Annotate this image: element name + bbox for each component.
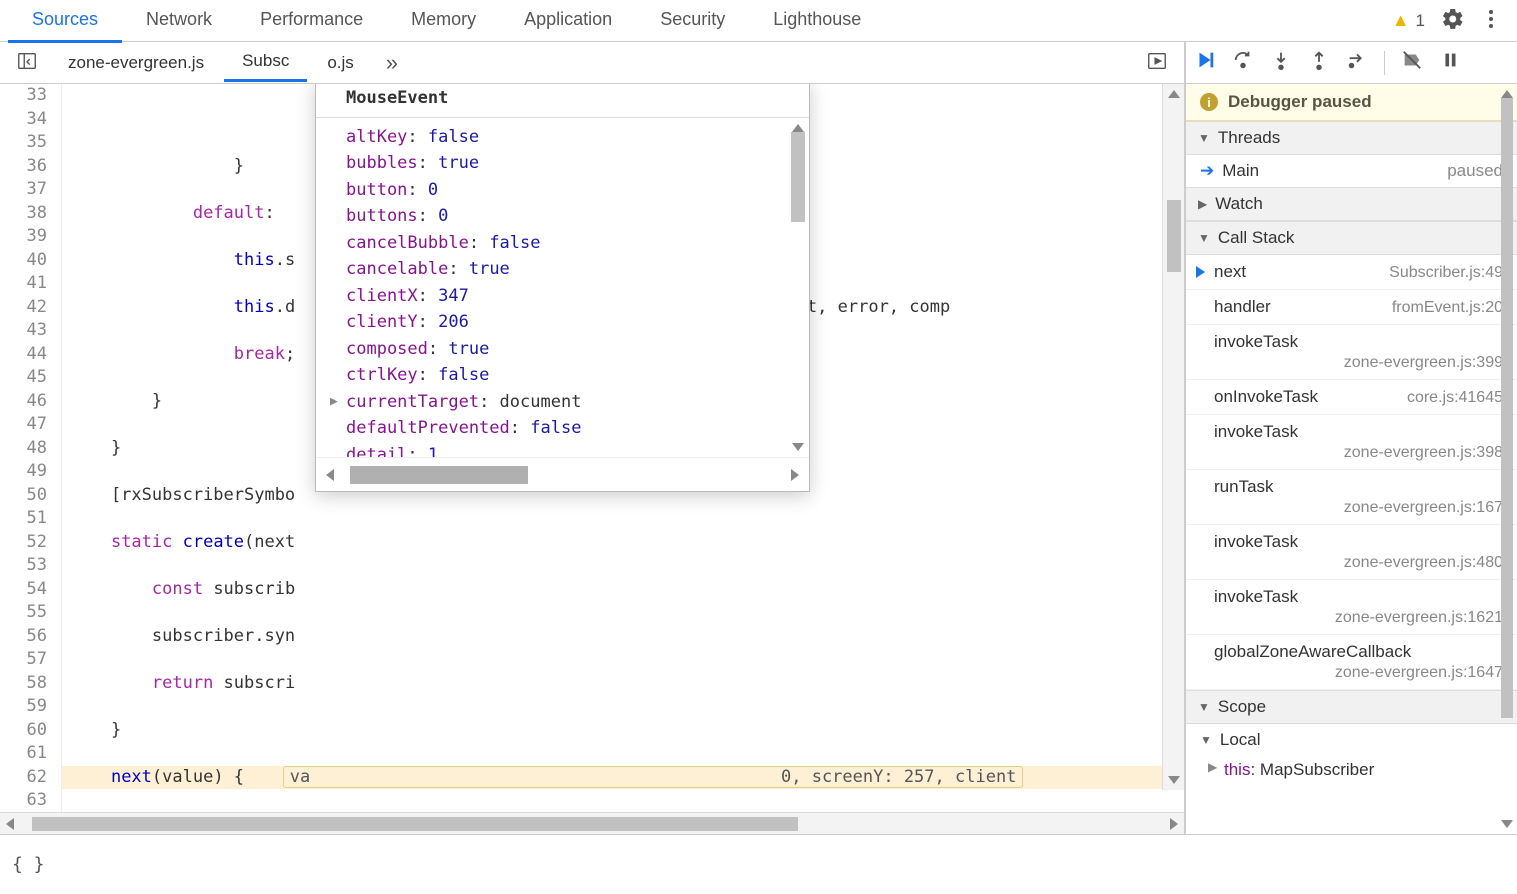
step-into-icon[interactable] [1270,49,1292,76]
warning-count: 1 [1416,11,1425,31]
callstack-frame[interactable]: runTaskzone-evergreen.js:167 [1186,470,1517,525]
file-tab-o[interactable]: o.js [309,45,371,81]
thread-state: paused [1447,161,1503,181]
step-icon[interactable] [1346,49,1368,76]
tooltip-prop[interactable]: clientX: 347 [346,283,809,310]
callstack-frame[interactable]: globalZoneAwareCallbackzone-evergreen.js… [1186,635,1517,690]
tab-security[interactable]: Security [636,0,749,43]
braces-icon[interactable]: { } [12,854,45,875]
callstack-frame[interactable]: invokeTaskzone-evergreen.js:480 [1186,525,1517,580]
scope-var-this[interactable]: ▶this: MapSubscriber [1186,756,1517,784]
inline-value-hint: va 0, screenY: 257, client [283,766,1024,788]
file-tab-zone[interactable]: zone-evergreen.js [50,45,222,81]
section-watch[interactable]: ▶Watch [1186,187,1517,221]
callstack-frame[interactable]: invokeTaskzone-evergreen.js:1621 [1186,580,1517,635]
thread-row[interactable]: ➔ Main paused [1186,155,1517,187]
tooltip-prop[interactable]: cancelable: true [346,256,809,283]
code-editor-panel: zone-evergreen.js Subsc o.js » 333435363… [0,42,1185,834]
toggle-execution-icon[interactable] [1130,50,1184,75]
callstack-frame[interactable]: invokeTaskzone-evergreen.js:399 [1186,325,1517,380]
tooltip-title: MouseEvent [316,84,809,118]
paused-text: Debugger paused [1228,92,1372,112]
callstack-frame[interactable]: handlerfromEvent.js:20 [1186,290,1517,325]
thread-name: Main [1222,161,1259,181]
tooltip-prop[interactable]: ctrlKey: false [346,362,809,389]
step-out-icon[interactable] [1308,49,1330,76]
file-tabs: zone-evergreen.js Subsc o.js » [0,42,1184,84]
tab-lighthouse[interactable]: Lighthouse [749,0,885,43]
tooltip-prop[interactable]: defaultPrevented: false [346,415,809,442]
tooltip-prop[interactable]: buttons: 0 [346,203,809,230]
tab-performance[interactable]: Performance [236,0,387,43]
section-threads[interactable]: ▼Threads [1186,121,1517,155]
warning-icon: ▲ [1392,10,1410,31]
tooltip-properties[interactable]: altKey: falsebubbles: truebutton: 0butto… [316,118,809,458]
section-callstack[interactable]: ▼Call Stack [1186,221,1517,255]
navigator-toggle-icon[interactable] [6,46,48,79]
resume-icon[interactable] [1194,49,1216,76]
tooltip-prop[interactable]: clientY: 206 [346,309,809,336]
tooltip-prop[interactable]: ▶currentTarget: document [346,389,809,416]
tab-sources[interactable]: Sources [8,0,122,43]
tooltip-prop[interactable]: bubbles: true [346,150,809,177]
debugger-paused-banner: i Debugger paused [1186,84,1517,121]
tooltip-prop[interactable]: detail: 1 [346,442,809,458]
scope-local[interactable]: ▼Local [1186,724,1517,756]
section-scope[interactable]: ▼Scope [1186,690,1517,724]
sidebar-vertical-scrollbar[interactable] [1497,84,1517,834]
tooltip-prop[interactable]: composed: true [346,336,809,363]
more-icon[interactable] [1479,7,1503,34]
editor-horizontal-scrollbar[interactable] [0,812,1184,834]
tooltip-horizontal-scrollbar[interactable] [316,457,809,491]
step-over-icon[interactable] [1232,49,1254,76]
tab-memory[interactable]: Memory [387,0,500,43]
value-tooltip: MouseEvent altKey: falsebubbles: truebut… [315,84,810,492]
callstack-frame[interactable]: onInvokeTaskcore.js:41645 [1186,380,1517,415]
tooltip-prop[interactable]: button: 0 [346,177,809,204]
file-tab-subscriber[interactable]: Subsc [224,43,307,82]
debugger-sidebar: i Debugger paused ▼Threads ➔ Main paused… [1185,42,1517,834]
tab-application[interactable]: Application [500,0,636,43]
tab-network[interactable]: Network [122,0,236,43]
source-editor[interactable]: 3334353637383940414243444546474849505152… [0,84,1184,812]
settings-icon[interactable] [1441,7,1465,34]
debugger-controls [1186,42,1517,84]
editor-vertical-scrollbar[interactable] [1162,84,1184,790]
devtools-panel-tabs: Sources Network Performance Memory Appli… [0,0,1517,42]
pause-on-exceptions-icon[interactable] [1439,49,1461,76]
tooltip-prop[interactable]: altKey: false [346,124,809,151]
callstack-frame[interactable]: invokeTaskzone-evergreen.js:398 [1186,415,1517,470]
tooltip-vertical-scrollbar[interactable] [787,118,809,458]
info-icon: i [1200,93,1218,111]
line-gutter: 3334353637383940414243444546474849505152… [0,84,62,812]
tooltip-prop[interactable]: cancelBubble: false [346,230,809,257]
current-thread-icon: ➔ [1200,161,1214,181]
more-tabs-icon[interactable]: » [374,50,410,76]
bottom-strip: { } [0,834,1517,894]
warnings-badge[interactable]: ▲ 1 [1392,10,1441,31]
deactivate-breakpoints-icon[interactable] [1401,49,1423,76]
callstack-frame[interactable]: nextSubscriber.js:49 [1186,255,1517,290]
